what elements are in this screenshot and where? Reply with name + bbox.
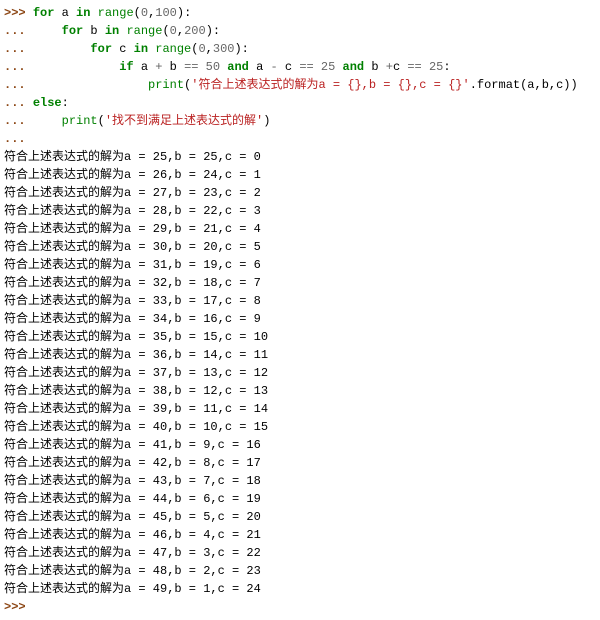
num: 25 <box>429 60 443 74</box>
num: 100 <box>155 6 177 20</box>
output-row: 符合上述表达式的解为a = 43,b = 7,c = 18 <box>4 472 596 490</box>
prompt-cont: ... <box>4 60 26 74</box>
output-row: 符合上述表达式的解为a = 33,b = 17,c = 8 <box>4 292 596 310</box>
output-row: 符合上述表达式的解为a = 45,b = 5,c = 20 <box>4 508 596 526</box>
prompt-primary: >>> <box>4 6 26 20</box>
num: 0 <box>170 24 177 38</box>
num: 50 <box>206 60 220 74</box>
kw-in: in <box>76 6 90 20</box>
prompt-cont: ... <box>4 96 26 110</box>
code-line-5: ... print('符合上述表达式的解为a = {},b = {},c = {… <box>4 76 596 94</box>
code-line-3: ... for c in range(0,300): <box>4 40 596 58</box>
output-row: 符合上述表达式的解为a = 46,b = 4,c = 21 <box>4 526 596 544</box>
output-block: 符合上述表达式的解为a = 25,b = 25,c = 0符合上述表达式的解为a… <box>4 148 596 598</box>
output-row: 符合上述表达式的解为a = 37,b = 13,c = 12 <box>4 364 596 382</box>
num: 300 <box>213 42 235 56</box>
prompt-line-end: >>> <box>4 598 596 616</box>
repl-session: >>> for a in range(0,100): ... for b in … <box>4 4 596 616</box>
prompt-cont: ... <box>4 78 26 92</box>
output-row: 符合上述表达式的解为a = 38,b = 12,c = 13 <box>4 382 596 400</box>
output-row: 符合上述表达式的解为a = 47,b = 3,c = 22 <box>4 544 596 562</box>
kw-in: in <box>134 42 148 56</box>
prompt-cont: ... <box>4 42 26 56</box>
num: 0 <box>198 42 205 56</box>
kw-and: and <box>343 60 365 74</box>
output-row: 符合上述表达式的解为a = 26,b = 24,c = 1 <box>4 166 596 184</box>
output-row: 符合上述表达式的解为a = 48,b = 2,c = 23 <box>4 562 596 580</box>
output-row: 符合上述表达式的解为a = 32,b = 18,c = 7 <box>4 274 596 292</box>
builtin-print: print <box>148 78 184 92</box>
kw-for: for <box>90 42 112 56</box>
output-row: 符合上述表达式的解为a = 30,b = 20,c = 5 <box>4 238 596 256</box>
kw-else: else <box>33 96 62 110</box>
code-line-6: ... else: <box>4 94 596 112</box>
code-line-7: ... print('找不到满足上述表达式的解') <box>4 112 596 130</box>
builtin-print: print <box>62 114 98 128</box>
code-line-8: ... <box>4 130 596 148</box>
format-call: .format(a,b,c)) <box>470 78 578 92</box>
code-line-4: ... if a + b == 50 and a - c == 25 and b… <box>4 58 596 76</box>
output-row: 符合上述表达式的解为a = 28,b = 22,c = 3 <box>4 202 596 220</box>
output-row: 符合上述表达式的解为a = 35,b = 15,c = 10 <box>4 328 596 346</box>
code-line-2: ... for b in range(0,200): <box>4 22 596 40</box>
prompt-cont: ... <box>4 132 26 146</box>
output-row: 符合上述表达式的解为a = 29,b = 21,c = 4 <box>4 220 596 238</box>
output-row: 符合上述表达式的解为a = 25,b = 25,c = 0 <box>4 148 596 166</box>
prompt-primary: >>> <box>4 600 26 614</box>
output-row: 符合上述表达式的解为a = 40,b = 10,c = 15 <box>4 418 596 436</box>
output-row: 符合上述表达式的解为a = 49,b = 1,c = 24 <box>4 580 596 598</box>
kw-for: for <box>33 6 55 20</box>
output-row: 符合上述表达式的解为a = 39,b = 11,c = 14 <box>4 400 596 418</box>
string-match: '符合上述表达式的解为a = {},b = {},c = {}' <box>191 78 469 92</box>
builtin-range: range <box>98 6 134 20</box>
kw-and: and <box>227 60 249 74</box>
num: 25 <box>321 60 335 74</box>
output-row: 符合上述表达式的解为a = 36,b = 14,c = 11 <box>4 346 596 364</box>
num: 0 <box>141 6 148 20</box>
builtin-range: range <box>155 42 191 56</box>
num: 200 <box>184 24 206 38</box>
code-line-1: >>> for a in range(0,100): <box>4 4 596 22</box>
builtin-range: range <box>126 24 162 38</box>
kw-for: for <box>62 24 84 38</box>
output-row: 符合上述表达式的解为a = 27,b = 23,c = 2 <box>4 184 596 202</box>
kw-if: if <box>119 60 133 74</box>
output-row: 符合上述表达式的解为a = 44,b = 6,c = 19 <box>4 490 596 508</box>
prompt-cont: ... <box>4 114 26 128</box>
prompt-cont: ... <box>4 24 26 38</box>
output-row: 符合上述表达式的解为a = 34,b = 16,c = 9 <box>4 310 596 328</box>
output-row: 符合上述表达式的解为a = 31,b = 19,c = 6 <box>4 256 596 274</box>
kw-in: in <box>105 24 119 38</box>
string-nomatch: '找不到满足上述表达式的解' <box>105 114 263 128</box>
output-row: 符合上述表达式的解为a = 41,b = 9,c = 16 <box>4 436 596 454</box>
output-row: 符合上述表达式的解为a = 42,b = 8,c = 17 <box>4 454 596 472</box>
paren-close: ) <box>263 114 270 128</box>
